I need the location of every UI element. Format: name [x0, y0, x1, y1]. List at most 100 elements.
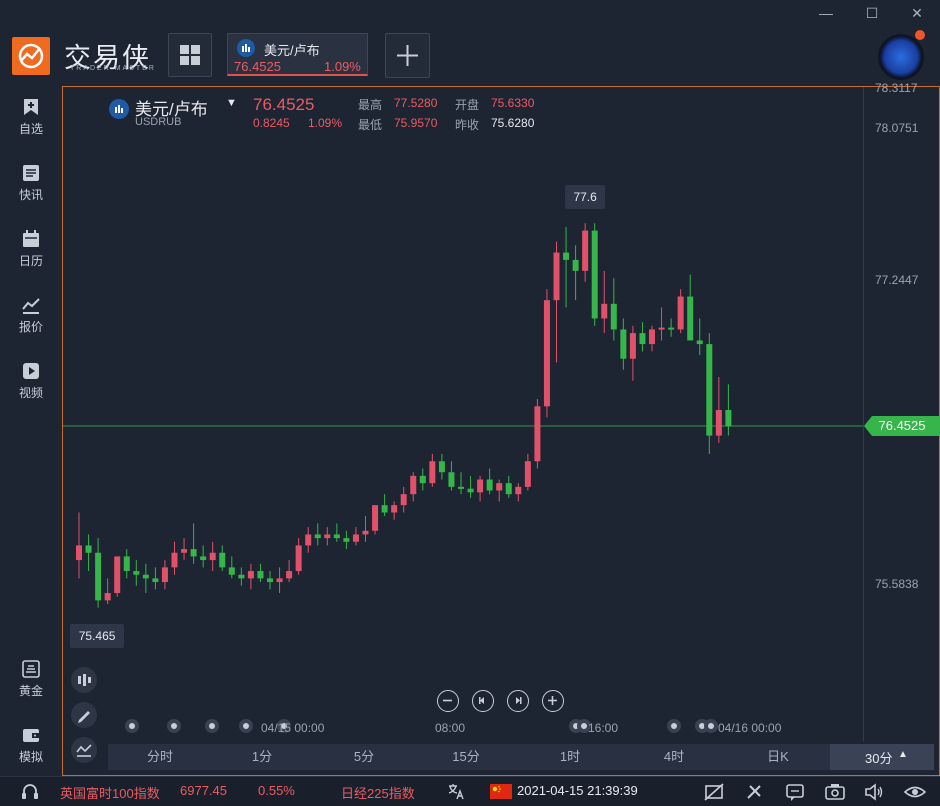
- event-dot[interactable]: [167, 719, 181, 733]
- sidebar-item-label: 模拟: [18, 750, 43, 764]
- minimize-button[interactable]: —: [816, 4, 836, 22]
- layout-grid-button[interactable]: [168, 33, 212, 77]
- maximize-button[interactable]: ☐: [862, 4, 882, 22]
- candle: [572, 245, 579, 301]
- candle: [114, 556, 121, 597]
- x-tick-label: 04/15 00:00: [261, 721, 325, 735]
- tools-icon[interactable]: [745, 783, 765, 801]
- candle: [563, 226, 570, 308]
- candle: [534, 398, 541, 469]
- period-tab[interactable]: 5分: [322, 746, 406, 768]
- period-tab[interactable]: 15分: [424, 746, 508, 768]
- headset-icon[interactable]: [20, 782, 40, 802]
- candle: [610, 278, 617, 341]
- candle: [429, 453, 436, 487]
- scroll-right-button[interactable]: [507, 690, 529, 712]
- min-price-marker: 75.465: [70, 623, 125, 648]
- sidebar-item-watchlist[interactable]: 自选: [0, 98, 62, 137]
- candle: [276, 567, 283, 594]
- video-icon: [23, 363, 39, 379]
- x-tick-label: 04/16 00:00: [718, 721, 782, 735]
- camera-icon[interactable]: [824, 783, 846, 801]
- sidebar-item-label: 自选: [18, 122, 43, 136]
- candle-style-button[interactable]: [71, 667, 97, 693]
- zoom-in-button[interactable]: [542, 690, 564, 712]
- event-dot[interactable]: [704, 719, 718, 733]
- candle: [410, 472, 417, 502]
- sidebar-item-label: 日历: [18, 254, 43, 268]
- candle: [496, 479, 503, 502]
- chart-panel[interactable]: 美元/卢布 ▼ USDRUB 76.4525 0.8245 1.09% 最高 7…: [62, 81, 940, 776]
- indicator-button[interactable]: [71, 737, 97, 763]
- sidebar-item-news[interactable]: 快讯: [0, 164, 62, 203]
- y-axis-divider: [863, 87, 864, 741]
- event-dot[interactable]: [205, 719, 219, 733]
- ticker-index-name[interactable]: 英国富时100指数: [60, 783, 160, 802]
- scroll-left-button[interactable]: [472, 690, 494, 712]
- message-icon[interactable]: [785, 782, 805, 802]
- period-tab[interactable]: 4时: [632, 746, 716, 768]
- candle: [486, 468, 493, 495]
- candle: [324, 527, 331, 546]
- sidebar-item-quotes[interactable]: 报价: [0, 296, 62, 335]
- candle: [161, 560, 168, 590]
- candle: [467, 475, 474, 498]
- sidebar-item-simulation[interactable]: 模拟: [0, 726, 62, 765]
- candle: [228, 556, 235, 579]
- status-bar: 英国富时100指数 6977.45 0.55% 日经225指数 2021-04-…: [0, 776, 940, 806]
- bookmark-icon: [24, 99, 38, 115]
- candle: [352, 527, 359, 546]
- event-dot-core: [708, 723, 714, 729]
- event-dot[interactable]: [125, 719, 139, 733]
- tab-label: 美元/卢布: [264, 43, 320, 58]
- avatar[interactable]: [878, 34, 924, 80]
- eye-icon[interactable]: [904, 783, 926, 801]
- candle: [209, 541, 216, 572]
- candle: [76, 512, 82, 579]
- candle: [515, 483, 522, 502]
- event-dot-core: [171, 723, 177, 729]
- period-tab[interactable]: 1分: [220, 746, 304, 768]
- ticker-index-name-2[interactable]: 日经225指数: [341, 783, 415, 802]
- candle: [582, 223, 589, 282]
- zoom-out-icon: [443, 699, 452, 702]
- volume-icon[interactable]: [864, 783, 884, 801]
- candle: [200, 545, 207, 568]
- candle: [247, 563, 254, 590]
- event-dot[interactable]: [667, 719, 681, 733]
- event-dot-core: [243, 723, 249, 729]
- max-price-marker: 77.6: [565, 185, 606, 210]
- add-tab-button[interactable]: [385, 33, 430, 78]
- y-tick-label: 78.3117: [875, 81, 918, 95]
- china-flag-icon: [490, 784, 512, 799]
- screen-off-icon[interactable]: [704, 783, 724, 801]
- translate-icon[interactable]: [447, 783, 465, 801]
- tab-price: 76.4525: [234, 59, 281, 74]
- candle: [448, 461, 455, 491]
- candle: [257, 563, 264, 583]
- candle: [591, 223, 598, 326]
- zoom-out-button[interactable]: [437, 690, 459, 712]
- sidebar-item-calendar[interactable]: 日历: [0, 230, 62, 269]
- tab-usdrub[interactable]: 美元/卢布 76.4525 1.09%: [227, 33, 368, 76]
- candlestick-chart[interactable]: [63, 87, 863, 741]
- candle: [601, 270, 608, 334]
- close-button[interactable]: ✕: [907, 4, 927, 22]
- candle: [381, 494, 388, 517]
- candle: [391, 501, 398, 520]
- candle: [438, 453, 445, 480]
- period-tab[interactable]: 分时: [118, 746, 202, 768]
- period-tab-active[interactable]: 30分 ▲: [830, 744, 934, 770]
- gold-icon: [22, 660, 40, 678]
- candle: [333, 523, 340, 542]
- sidebar-item-gold[interactable]: 黄金: [0, 660, 62, 699]
- sidebar-item-video[interactable]: 视频: [0, 362, 62, 401]
- candle: [295, 538, 302, 575]
- prev-icon: [479, 697, 484, 704]
- event-dot[interactable]: [239, 719, 253, 733]
- sidebar-item-label: 快讯: [18, 188, 43, 202]
- period-tab[interactable]: 1时: [528, 746, 612, 768]
- candle: [553, 241, 560, 363]
- period-tab[interactable]: 日K: [736, 746, 820, 768]
- candle: [152, 567, 159, 590]
